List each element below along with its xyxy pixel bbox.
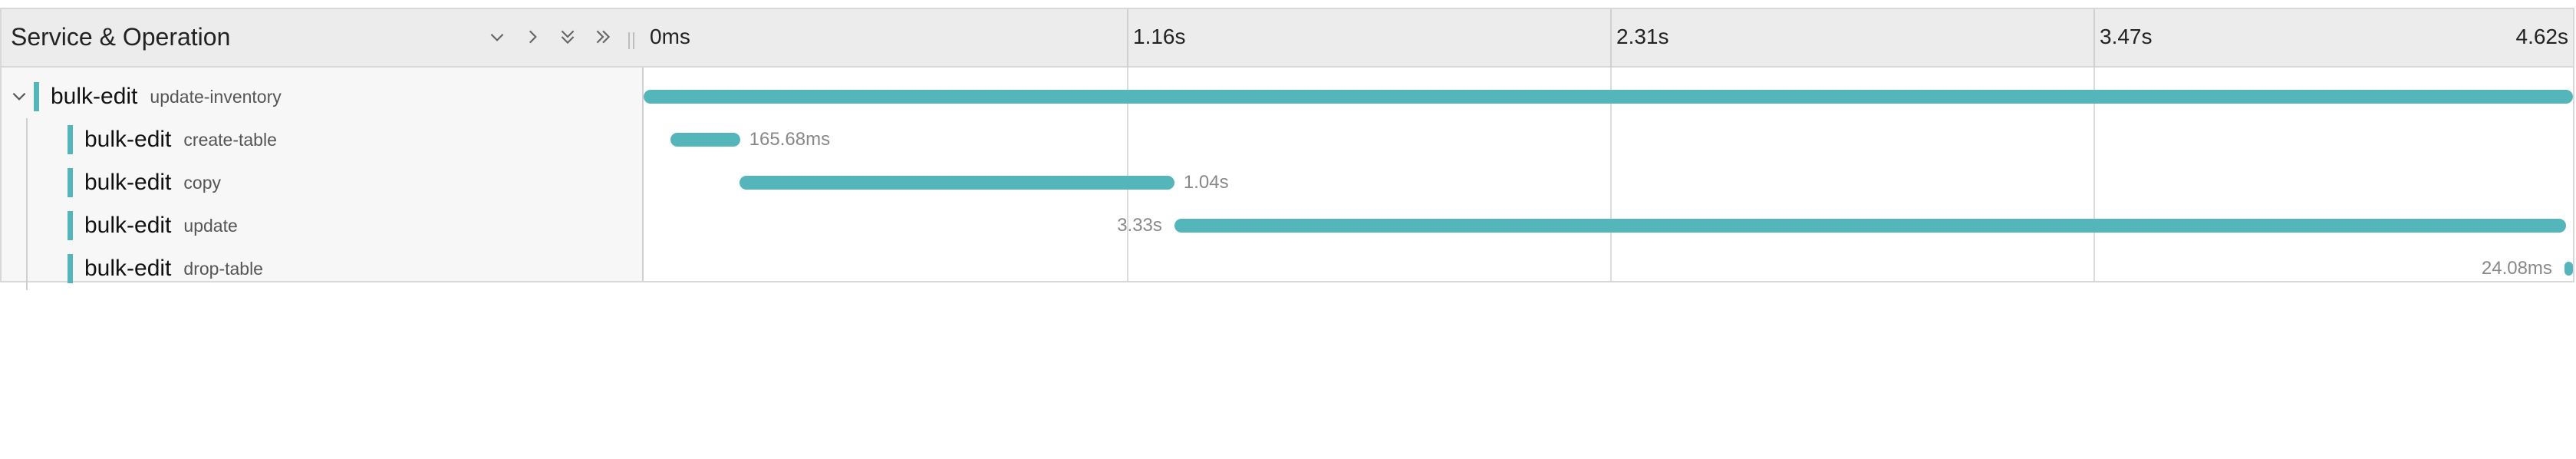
span-label[interactable]: bulk-edit update-inventory xyxy=(51,75,282,118)
span-row[interactable]: bulk-edit update 3.33s xyxy=(2,204,2573,247)
operation-name: update-inventory xyxy=(150,86,282,107)
chevron-down-icon[interactable] xyxy=(9,86,31,107)
service-name: bulk-edit xyxy=(84,170,172,195)
service-name: bulk-edit xyxy=(84,127,172,152)
tree-guide-line xyxy=(26,118,28,161)
double-chevron-right-icon[interactable] xyxy=(591,25,615,49)
span-label[interactable]: bulk-edit create-table xyxy=(84,118,277,161)
span-bar[interactable] xyxy=(2564,262,2573,276)
double-chevron-down-icon[interactable] xyxy=(555,25,580,49)
time-tick-label: 4.62s xyxy=(2515,25,2569,48)
time-gridline xyxy=(1127,9,1128,68)
span-label[interactable]: bulk-edit update xyxy=(84,204,238,247)
span-duration-label: 165.68ms xyxy=(749,129,831,150)
span-label[interactable]: bulk-edit copy xyxy=(84,161,221,204)
chevron-right-icon[interactable] xyxy=(520,25,545,49)
service-color-bar xyxy=(68,254,73,283)
span-duration-label: 24.08ms xyxy=(2481,258,2552,279)
operation-name: drop-table xyxy=(183,258,263,279)
service-color-bar xyxy=(68,125,73,154)
chevron-down-icon[interactable] xyxy=(485,25,509,49)
column-resizer[interactable] xyxy=(626,32,637,49)
time-tick-label: 1.16s xyxy=(1133,25,1186,48)
tree-guide-line xyxy=(26,204,28,247)
time-tick-label: 3.47s xyxy=(2100,25,2153,48)
operation-name: create-table xyxy=(183,129,277,150)
time-gridline xyxy=(2093,9,2095,68)
operation-name: copy xyxy=(183,172,221,193)
span-bar[interactable] xyxy=(1174,219,2567,233)
operation-name: update xyxy=(183,215,238,236)
span-duration-label: 3.33s xyxy=(1117,215,1162,236)
timeline-header: Service & Operation xyxy=(2,9,2573,68)
span-bar[interactable] xyxy=(670,133,740,147)
time-gridline xyxy=(1610,9,1612,68)
span-label[interactable]: bulk-edit drop-table xyxy=(84,247,263,290)
tree-guide-line xyxy=(26,247,28,290)
span-row[interactable]: bulk-edit copy 1.04s xyxy=(2,161,2573,204)
trace-timeline: Service & Operation 0ms 1.16s 2.31s 3.47s 4.… xyxy=(0,8,2574,290)
tree-controls xyxy=(485,25,615,49)
span-row[interactable]: bulk-edit drop-table 24.08ms xyxy=(2,247,2573,290)
column-title: Service & Operation xyxy=(11,23,231,51)
span-row[interactable]: bulk-edit create-table 165.68ms xyxy=(2,118,2573,161)
service-color-bar xyxy=(34,82,39,111)
span-bar[interactable] xyxy=(740,176,1174,190)
time-tick-label: 2.31s xyxy=(1616,25,1669,48)
tree-guide-line xyxy=(26,161,28,204)
span-bar[interactable] xyxy=(644,90,2573,104)
service-color-bar xyxy=(68,211,73,240)
span-duration-label: 1.04s xyxy=(1183,172,1229,193)
service-color-bar xyxy=(68,168,73,197)
time-tick-label: 0ms xyxy=(650,25,690,48)
span-row[interactable]: bulk-edit update-inventory xyxy=(2,75,2573,118)
service-name: bulk-edit xyxy=(51,84,138,109)
service-name: bulk-edit xyxy=(84,213,172,238)
service-name: bulk-edit xyxy=(84,256,172,281)
